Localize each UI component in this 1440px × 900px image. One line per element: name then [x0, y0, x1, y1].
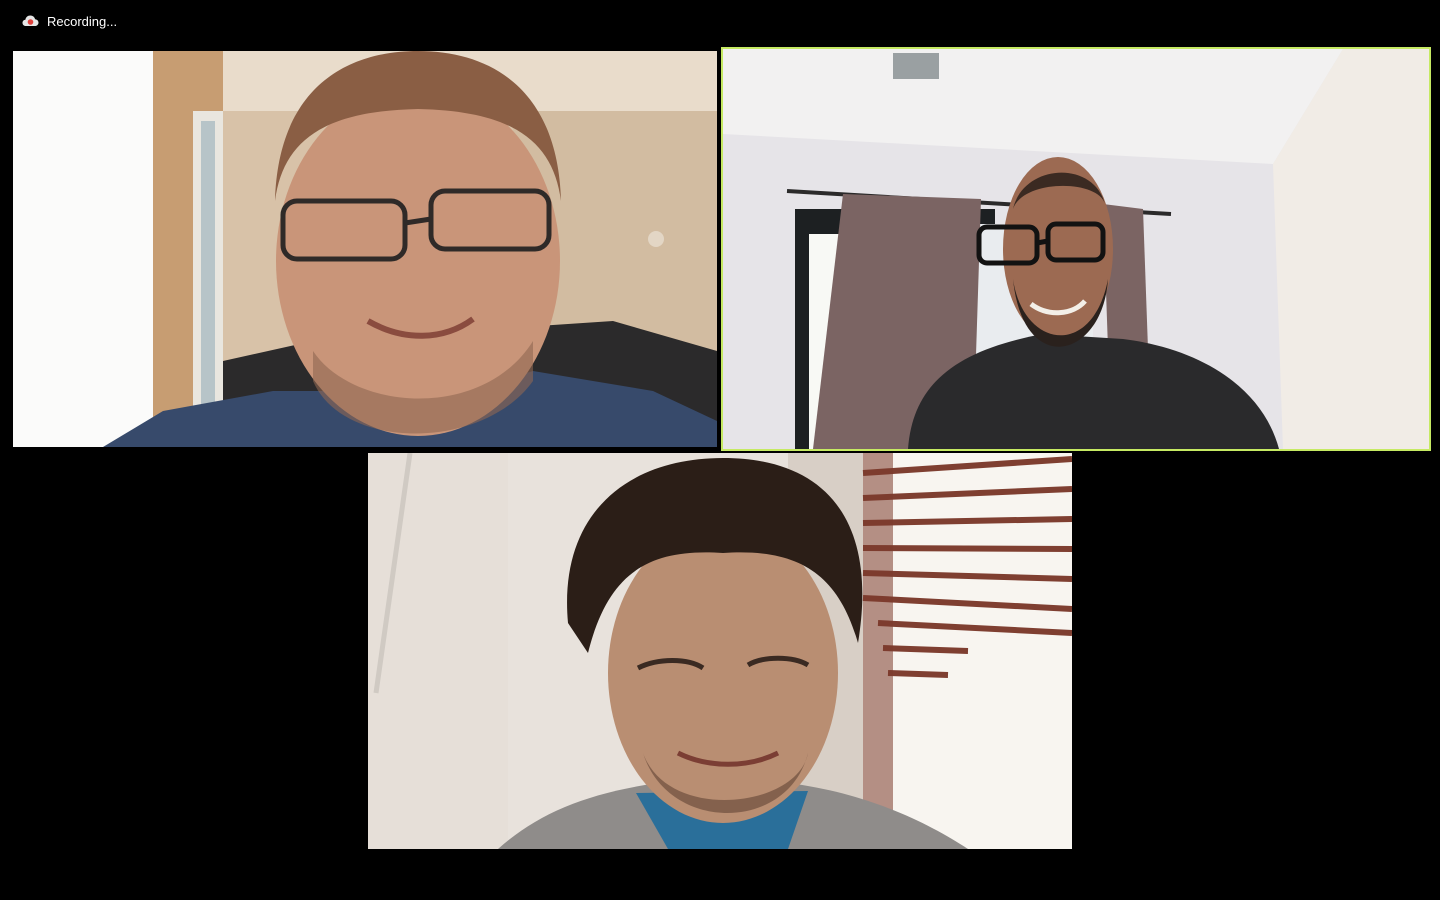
recording-indicator[interactable]: Recording...: [22, 11, 117, 31]
recording-label: Recording...: [47, 13, 118, 29]
participant-3-video: [368, 453, 1072, 849]
cloud-recording-icon: [22, 14, 39, 28]
video-tile-participant-3[interactable]: [368, 453, 1072, 849]
zoom-gallery-view: Recording...: [0, 0, 1440, 900]
video-tile-participant-1[interactable]: [13, 51, 717, 447]
participant-2-video: [723, 49, 1429, 449]
video-tile-participant-2[interactable]: [723, 49, 1429, 449]
participant-1-video: [13, 51, 717, 447]
